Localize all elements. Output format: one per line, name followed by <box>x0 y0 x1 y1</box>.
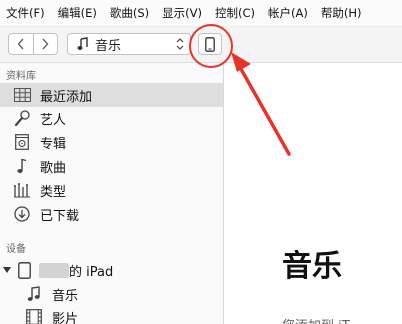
ipad-icon <box>15 260 33 280</box>
chevron-right-icon <box>42 38 49 50</box>
sidebar-item-label: 已下载 <box>40 208 80 224</box>
menu-controls[interactable]: 控制(C) <box>209 5 262 21</box>
microphone-icon <box>12 108 32 128</box>
music-note-icon <box>24 284 44 304</box>
download-icon <box>12 204 32 224</box>
sidebar-device-ipad[interactable]: 的 iPad <box>0 258 223 282</box>
page-subtitle: 您添加到 iT <box>282 315 350 324</box>
sidebar-item-label: 最近添加 <box>40 89 93 105</box>
sidebar-item-downloaded[interactable]: 已下载 <box>0 202 223 226</box>
updown-chevron-icon <box>176 38 184 50</box>
menu-account[interactable]: 帐户(A) <box>262 5 315 21</box>
sidebar-item-songs[interactable]: 歌曲 <box>0 154 223 178</box>
nav-buttons <box>8 33 58 55</box>
film-icon <box>24 307 44 324</box>
sidebar-item-artists[interactable]: 艺人 <box>0 106 223 130</box>
chevron-left-icon <box>17 38 24 50</box>
media-type-select[interactable]: 音乐 <box>67 33 191 55</box>
sidebar-item-label: 歌曲 <box>40 160 67 176</box>
device-item-movies[interactable]: 影片 <box>0 306 223 324</box>
music-note-icon <box>77 37 88 50</box>
menu-song[interactable]: 歌曲(S) <box>104 5 156 21</box>
sidebar-item-label: 艺人 <box>40 112 67 128</box>
menu-bar: 文件(F) 编辑(E) 歌曲(S) 显示(V) 控制(C) 帐户(A) 帮助(H… <box>0 0 402 27</box>
grid-icon <box>12 85 32 105</box>
device-item-music[interactable]: 音乐 <box>0 283 223 305</box>
forward-button[interactable] <box>32 34 58 54</box>
disclosure-triangle-icon[interactable] <box>3 266 11 274</box>
library-heading: 资料库 <box>6 71 36 82</box>
device-name-label: 的 iPad <box>69 264 114 280</box>
sidebar: 资料库 最近添加 艺人 专辑 歌曲 类型 已下载 设备 的 iPad 音乐 影片 <box>0 63 224 324</box>
sidebar-item-label: 专辑 <box>40 136 67 152</box>
menu-file[interactable]: 文件(F) <box>0 5 52 21</box>
device-item-label: 音乐 <box>52 288 79 304</box>
sidebar-item-label: 类型 <box>40 184 67 200</box>
annotation-arrow-icon <box>231 52 291 156</box>
back-button[interactable] <box>9 34 33 54</box>
genres-icon <box>12 180 32 200</box>
menu-edit[interactable]: 编辑(E) <box>52 5 104 21</box>
menu-view[interactable]: 显示(V) <box>156 5 209 21</box>
music-note-icon <box>12 156 32 176</box>
media-type-value: 音乐 <box>95 38 122 54</box>
device-item-label: 影片 <box>52 311 79 324</box>
sidebar-item-albums[interactable]: 专辑 <box>0 130 223 154</box>
devices-heading: 设备 <box>6 244 26 255</box>
sidebar-item-genres[interactable]: 类型 <box>0 178 223 202</box>
itunes-window: 文件(F) 编辑(E) 歌曲(S) 显示(V) 控制(C) 帐户(A) 帮助(H… <box>0 0 402 324</box>
menu-help[interactable]: 帮助(H) <box>315 5 369 21</box>
page-title: 音乐 <box>282 249 342 284</box>
album-icon <box>12 132 32 152</box>
redacted-device-name <box>39 262 69 278</box>
sidebar-item-recently-added[interactable]: 最近添加 <box>0 83 223 107</box>
